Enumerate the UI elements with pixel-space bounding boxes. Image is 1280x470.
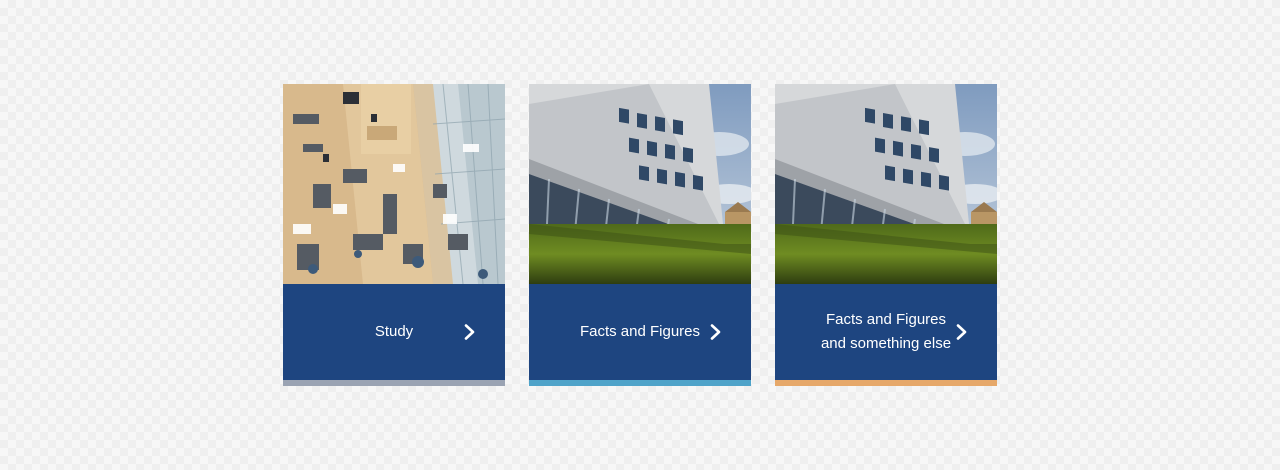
chevron-right-icon <box>953 323 971 341</box>
library-interior-image <box>283 84 505 284</box>
card-footer: Facts and Figures <box>529 284 751 380</box>
card-label: Facts and Figures and something else <box>820 311 952 352</box>
card-study[interactable]: Study <box>283 84 505 386</box>
card-row: Study Facts and Figures Facts and Figure… <box>283 84 997 386</box>
card-facts-and-figures-extended[interactable]: Facts and Figures and something else <box>775 84 997 386</box>
chevron-right-icon <box>461 323 479 341</box>
university-building-image <box>529 84 751 284</box>
card-facts-and-figures[interactable]: Facts and Figures <box>529 84 751 386</box>
card-label: Facts and Figures <box>579 323 701 340</box>
university-building-image <box>775 84 997 284</box>
chevron-right-icon <box>707 323 725 341</box>
card-footer: Study <box>283 284 505 380</box>
card-label: Study <box>374 323 414 340</box>
card-footer: Facts and Figures and something else <box>775 284 997 380</box>
accent-bar <box>529 380 751 386</box>
accent-bar <box>775 380 997 386</box>
accent-bar <box>283 380 505 386</box>
